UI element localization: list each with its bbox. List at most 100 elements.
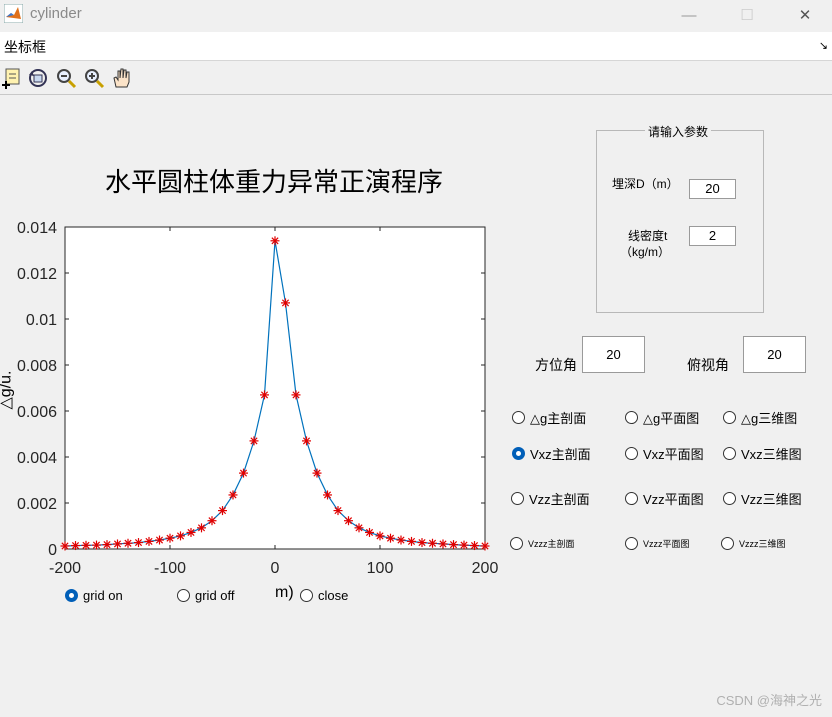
- x-tick-label: 100: [367, 560, 394, 577]
- radio-indicator[interactable]: [723, 492, 736, 505]
- radio-indicator[interactable]: [625, 537, 638, 550]
- y-tick-label: 0.004: [17, 450, 57, 467]
- radio-indicator[interactable]: [177, 589, 190, 602]
- vzzz-profile-radio[interactable]: Vzzz主剖面: [510, 537, 575, 550]
- vzzz-plan-radio[interactable]: Vzzz平面图: [625, 537, 690, 550]
- vzz-3d-radio[interactable]: Vzz三维图: [723, 489, 802, 508]
- data-point-marker: [302, 436, 311, 446]
- rotate-3d-icon[interactable]: [26, 66, 50, 90]
- radio-indicator[interactable]: [721, 537, 734, 550]
- data-point-marker: [333, 506, 343, 516]
- radio-indicator[interactable]: [723, 411, 736, 424]
- vxz-3d-radio[interactable]: Vxz三维图: [723, 444, 802, 463]
- dg-3d-label: △g三维图: [741, 411, 798, 426]
- parameter-panel: [596, 130, 764, 313]
- close-button[interactable]: ✕: [782, 0, 828, 30]
- radio-indicator[interactable]: [723, 447, 736, 460]
- pan-hand-icon[interactable]: [110, 66, 134, 90]
- azimuth-label: 方位角: [535, 357, 577, 373]
- x-axis-label-fragment: m): [275, 584, 294, 601]
- minimize-button[interactable]: —: [666, 0, 712, 30]
- y-tick-label: 0.014: [17, 220, 57, 237]
- zoom-in-icon[interactable]: [82, 66, 106, 90]
- title-bar: cylinder — ☐ ✕: [0, 0, 832, 30]
- data-point-marker: [323, 490, 332, 500]
- data-point-marker: [218, 506, 227, 516]
- radio-indicator[interactable]: [511, 492, 524, 505]
- vzz-plan-radio[interactable]: Vzz平面图: [625, 489, 704, 508]
- density-unit-label: （kg/m）: [620, 245, 671, 259]
- radio-indicator[interactable]: [625, 411, 638, 424]
- radio-indicator[interactable]: [510, 537, 523, 550]
- vxz-profile-label: Vxz主剖面: [530, 447, 591, 462]
- x-tick-label: -100: [154, 560, 186, 577]
- data-point-marker: [270, 236, 280, 246]
- grid-off-label: grid off: [195, 588, 235, 603]
- grid-on-label: grid on: [83, 588, 123, 603]
- vzzz-3d-label: Vzzz三维图: [739, 539, 786, 549]
- vxz-profile-radio[interactable]: Vxz主剖面: [512, 444, 591, 463]
- dg-3d-radio[interactable]: △g三维图: [723, 408, 797, 427]
- data-point-marker: [312, 468, 322, 478]
- gravity-anomaly-chart[interactable]: -200 -100 0 100 200 0 0.002 0.004 0.006 0.008 0.01…: [0, 210, 510, 590]
- grid-off-radio[interactable]: grid off: [177, 588, 235, 603]
- depth-label: 埋深D（m）: [612, 177, 679, 191]
- radio-indicator[interactable]: [65, 589, 78, 602]
- radio-indicator[interactable]: [512, 447, 525, 460]
- plot-title: 水平圆柱体重力异常正演程序: [104, 168, 443, 198]
- data-point-marker: [249, 436, 259, 446]
- vxz-plan-label: Vxz平面图: [643, 447, 704, 462]
- data-cursor-icon[interactable]: [0, 66, 24, 90]
- vzzz-3d-radio[interactable]: Vzzz三维图: [721, 537, 786, 550]
- dg-profile-radio[interactable]: △g主剖面: [512, 408, 586, 427]
- data-point-marker: [239, 468, 248, 478]
- y-tick-label: 0.006: [17, 404, 57, 421]
- vxz-3d-label: Vxz三维图: [741, 447, 802, 462]
- y-tick-label: 0.01: [26, 312, 57, 329]
- vzzz-plan-label: Vzzz平面图: [643, 539, 690, 549]
- y-tick-label: 0: [48, 542, 57, 559]
- data-point-marker: [260, 390, 269, 400]
- x-tick-label: -200: [49, 560, 81, 577]
- radio-indicator[interactable]: [625, 447, 638, 460]
- dg-plan-radio[interactable]: △g平面图: [625, 408, 699, 427]
- data-point-marker: [281, 298, 290, 308]
- undock-arrow-icon[interactable]: ↘: [819, 39, 828, 52]
- vzzz-profile-label: Vzzz主剖面: [528, 539, 575, 549]
- menu-bar: 坐标框 ↘: [0, 32, 832, 61]
- radio-indicator[interactable]: [625, 492, 638, 505]
- density-input[interactable]: 2: [689, 226, 736, 246]
- data-point-marker: [228, 490, 238, 500]
- radio-indicator[interactable]: [512, 411, 525, 424]
- vzz-3d-label: Vzz三维图: [741, 492, 802, 507]
- elevation-input[interactable]: 20: [743, 336, 806, 373]
- y-tick-label: 0.002: [17, 496, 57, 513]
- x-tick-label: 0: [271, 560, 280, 577]
- window-title: cylinder: [30, 5, 82, 22]
- watermark: CSDN @海神之光: [716, 693, 822, 708]
- grid-on-radio[interactable]: grid on: [65, 588, 123, 603]
- x-tick-label: 200: [472, 560, 499, 577]
- maximize-button[interactable]: ☐: [724, 0, 770, 30]
- y-tick-label: 0.008: [17, 358, 57, 375]
- y-tick-label: 0.012: [17, 266, 57, 283]
- close-label: close: [318, 588, 349, 603]
- close-radio[interactable]: close: [300, 588, 348, 603]
- matlab-app-icon: [4, 4, 23, 23]
- parameter-panel-title: 请输入参数: [645, 123, 712, 140]
- vxz-plan-radio[interactable]: Vxz平面图: [625, 444, 704, 463]
- radio-indicator[interactable]: [300, 589, 313, 602]
- dg-profile-label: △g主剖面: [530, 411, 587, 426]
- vzz-profile-label: Vzz主剖面: [529, 492, 590, 507]
- menu-axes[interactable]: 坐标框: [4, 37, 46, 57]
- density-label: 线密度t: [628, 229, 668, 243]
- dg-plan-label: △g平面图: [643, 411, 700, 426]
- data-point-marker: [291, 390, 301, 400]
- depth-input[interactable]: 20: [689, 179, 736, 199]
- elevation-label: 俯视角: [687, 357, 729, 373]
- azimuth-input[interactable]: 20: [582, 336, 645, 373]
- figure-toolbar: [0, 62, 832, 95]
- vzz-profile-radio[interactable]: Vzz主剖面: [511, 489, 590, 508]
- zoom-out-icon[interactable]: [54, 66, 78, 90]
- plot-area: [64, 226, 486, 550]
